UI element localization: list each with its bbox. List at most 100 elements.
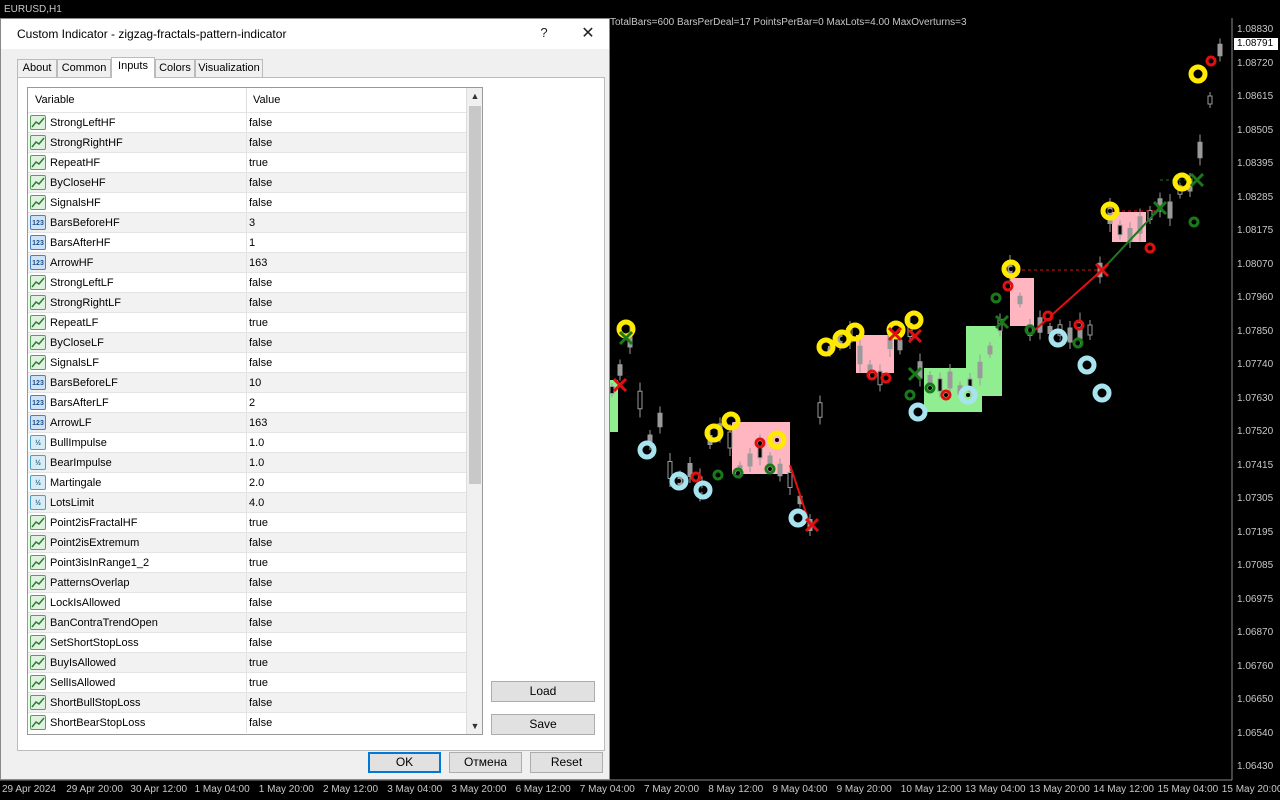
param-value[interactable]: 3 (249, 217, 255, 229)
fractal-marker-dot (775, 438, 779, 442)
current-price-label: 1.08791 (1234, 38, 1278, 50)
table-row[interactable]: BuyIsAllowed true (28, 652, 466, 673)
table-row[interactable]: StrongLeftLF false (28, 272, 466, 293)
reset-button[interactable]: Reset (530, 752, 603, 773)
column-value[interactable]: Value (253, 94, 280, 106)
param-value[interactable]: 163 (249, 417, 267, 429)
bool-param-icon (30, 715, 46, 730)
tab-common[interactable]: Common (57, 59, 111, 77)
table-row[interactable]: StrongRightLF false (28, 292, 466, 313)
table-row[interactable]: 123 ArrowLF 163 (28, 412, 466, 433)
param-value[interactable]: 163 (249, 257, 267, 269)
table-row[interactable]: 123 BarsAfterLF 2 (28, 392, 466, 413)
param-value[interactable]: false (249, 617, 272, 629)
param-value[interactable]: false (249, 537, 272, 549)
bool-param-icon (30, 315, 46, 330)
price-tick-label: 1.06430 (1237, 761, 1274, 772)
bool-param-icon (30, 275, 46, 290)
param-value[interactable]: true (249, 677, 268, 689)
table-row[interactable]: Point3isInRange1_2 true (28, 552, 466, 573)
param-name: StrongLeftLF (50, 277, 114, 289)
scroll-down-icon[interactable]: ▼ (467, 718, 482, 734)
param-name: RepeatHF (50, 157, 101, 169)
param-value[interactable]: false (249, 577, 272, 589)
table-row[interactable]: PatternsOverlap false (28, 572, 466, 593)
scroll-thumb[interactable] (469, 106, 481, 484)
help-icon[interactable]: ? (533, 25, 555, 40)
param-value[interactable]: false (249, 137, 272, 149)
param-value[interactable]: 2.0 (249, 477, 264, 489)
param-value[interactable]: 10 (249, 377, 261, 389)
table-row[interactable]: ½ LotsLimit 4.0 (28, 492, 466, 513)
dialog-title: Custom Indicator - zigzag-fractals-patte… (17, 27, 287, 41)
param-value[interactable]: true (249, 317, 268, 329)
table-row[interactable]: 123 BarsBeforeHF 3 (28, 212, 466, 233)
table-row[interactable]: BanContraTrendOpen false (28, 612, 466, 633)
price-candle (1117, 224, 1123, 236)
table-row[interactable]: StrongLeftHF false (28, 112, 466, 133)
param-value[interactable]: false (249, 277, 272, 289)
bool-param-icon (30, 295, 46, 310)
table-row[interactable]: 123 ArrowHF 163 (28, 252, 466, 273)
param-value[interactable]: false (249, 197, 272, 209)
table-row[interactable]: SignalsHF false (28, 192, 466, 213)
param-value[interactable]: true (249, 557, 268, 569)
bool-param-icon (30, 675, 46, 690)
cancel-button[interactable]: Отмена (449, 752, 522, 773)
tab-visualization[interactable]: Visualization (195, 59, 263, 77)
save-button[interactable]: Save (491, 714, 595, 735)
table-scrollbar[interactable]: ▲ ▼ (466, 88, 482, 734)
param-value[interactable]: 1 (249, 237, 255, 249)
table-row[interactable]: SetShortStopLoss false (28, 632, 466, 653)
table-row[interactable]: LockIsAllowed false (28, 592, 466, 613)
param-name: BanContraTrendOpen (50, 617, 158, 629)
price-candle (787, 472, 793, 488)
param-value[interactable]: false (249, 297, 272, 309)
param-value[interactable]: false (249, 337, 272, 349)
tab-about[interactable]: About (17, 59, 57, 77)
column-variable[interactable]: Variable (35, 94, 75, 106)
tab-inputs[interactable]: Inputs (111, 57, 155, 78)
table-row[interactable]: Point2isExtremum false (28, 532, 466, 553)
param-value[interactable]: 1.0 (249, 437, 264, 449)
table-row[interactable]: SellIsAllowed true (28, 672, 466, 693)
param-value[interactable]: false (249, 357, 272, 369)
param-value[interactable]: true (249, 657, 268, 669)
ok-button[interactable]: OK (368, 752, 441, 773)
table-row[interactable]: ByCloseHF false (28, 172, 466, 193)
scroll-up-icon[interactable]: ▲ (467, 88, 482, 104)
custom-indicator-dialog: Custom Indicator - zigzag-fractals-patte… (0, 18, 610, 780)
param-value[interactable]: false (249, 597, 272, 609)
table-row[interactable]: 123 BarsBeforeLF 10 (28, 372, 466, 393)
close-icon[interactable]: ✕ (575, 23, 601, 43)
table-row[interactable]: StrongRightHF false (28, 132, 466, 153)
param-value[interactable]: 4.0 (249, 497, 264, 509)
table-row[interactable]: SignalsLF false (28, 352, 466, 373)
table-row[interactable]: RepeatLF true (28, 312, 466, 333)
price-tick-label: 1.07415 (1237, 459, 1274, 471)
tab-colors[interactable]: Colors (155, 59, 195, 77)
param-value[interactable]: false (249, 717, 272, 729)
fractal-marker-dot (853, 330, 857, 334)
table-row[interactable]: 123 BarsAfterHF 1 (28, 232, 466, 253)
param-value[interactable]: false (249, 697, 272, 709)
param-value[interactable]: true (249, 517, 268, 529)
param-value[interactable]: false (249, 117, 272, 129)
param-value[interactable]: 1.0 (249, 457, 264, 469)
table-row[interactable]: ½ BullImpulse 1.0 (28, 432, 466, 453)
table-row[interactable]: ½ BearImpulse 1.0 (28, 452, 466, 473)
table-row[interactable]: ½ Martingale 2.0 (28, 472, 466, 493)
bool-param-icon (30, 655, 46, 670)
load-button[interactable]: Load (491, 681, 595, 702)
table-row[interactable]: ByCloseLF false (28, 332, 466, 353)
param-value[interactable]: false (249, 177, 272, 189)
param-value[interactable]: true (249, 157, 268, 169)
param-value[interactable]: false (249, 637, 272, 649)
table-row[interactable]: ShortBearStopLoss false (28, 712, 466, 733)
param-value[interactable]: 2 (249, 397, 255, 409)
table-row[interactable]: Point2isFractalHF true (28, 512, 466, 533)
fractal-marker-dot (624, 327, 628, 331)
dialog-titlebar[interactable]: Custom Indicator - zigzag-fractals-patte… (1, 19, 609, 49)
table-row[interactable]: RepeatHF true (28, 152, 466, 173)
table-row[interactable]: ShortBullStopLoss false (28, 692, 466, 713)
